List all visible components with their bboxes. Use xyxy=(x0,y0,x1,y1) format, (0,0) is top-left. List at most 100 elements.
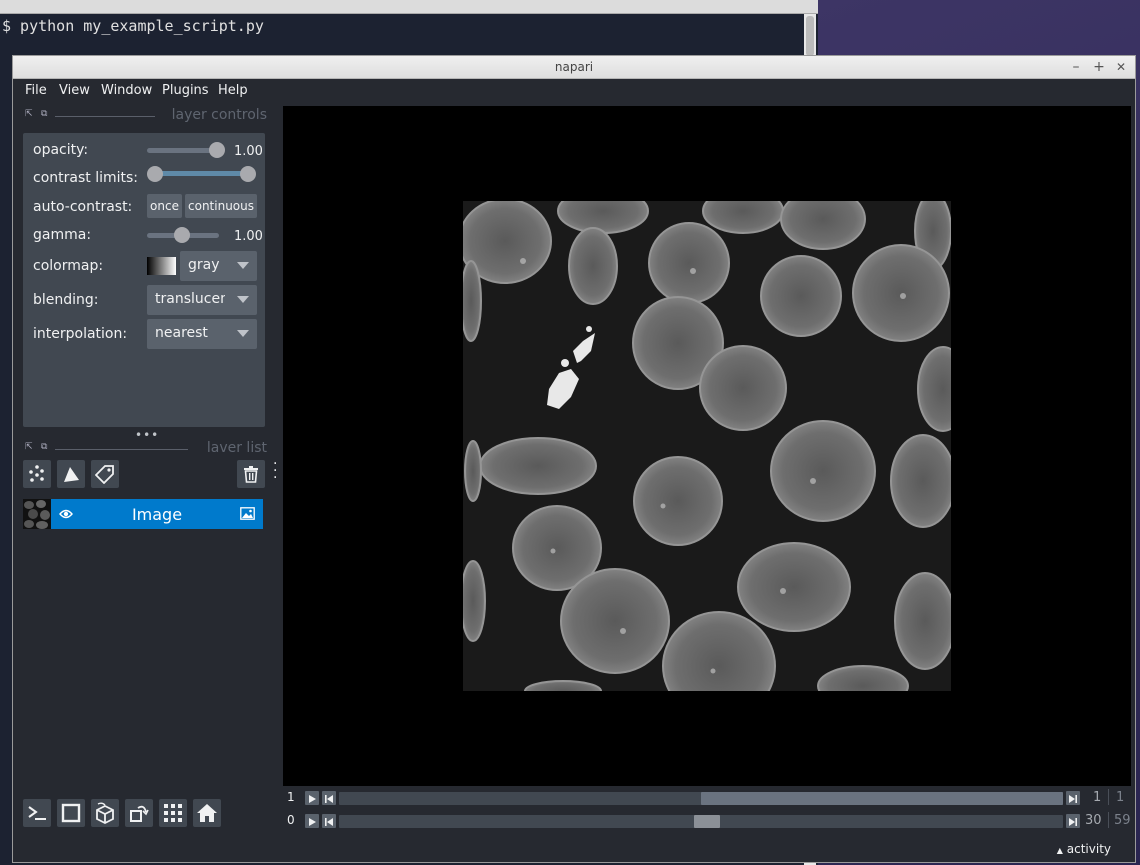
blending-value: translucent xyxy=(155,291,225,307)
layer-list-header: ⇱ ⧉ laver list xyxy=(23,440,273,456)
transpose-icon xyxy=(130,805,149,822)
menu-plugins[interactable]: Plugins xyxy=(162,83,209,98)
opacity-slider-handle[interactable] xyxy=(209,142,225,158)
menu-plugins-label: Plugins xyxy=(162,83,209,98)
opacity-value[interactable]: 1.00 xyxy=(234,144,265,159)
float-panel-icon[interactable]: ⇱ xyxy=(25,442,33,452)
play-button[interactable] xyxy=(305,814,319,828)
close-button[interactable]: ✕ xyxy=(1112,58,1130,76)
colormap-preview xyxy=(147,257,176,275)
header-divider xyxy=(55,449,188,450)
maximize-button[interactable]: + xyxy=(1090,58,1108,76)
viewer-canvas[interactable] xyxy=(283,106,1131,786)
chevron-up-icon: ▲ xyxy=(1056,846,1063,855)
chevron-down-icon xyxy=(237,330,249,337)
menu-view-label: View xyxy=(59,83,90,98)
delete-layer-button[interactable] xyxy=(237,460,265,488)
menu-window-label: Window xyxy=(101,83,153,98)
console-button[interactable] xyxy=(23,799,51,827)
layer-list-item[interactable]: Image xyxy=(23,499,263,529)
window-titlebar[interactable]: napari – + ✕ xyxy=(13,56,1135,79)
contrast-max-handle[interactable] xyxy=(240,166,256,182)
new-labels-layer-button[interactable] xyxy=(91,460,119,488)
home-button[interactable] xyxy=(193,799,221,827)
close-panel-icon[interactable]: ⧉ xyxy=(41,442,47,452)
colormap-value: gray xyxy=(188,257,220,273)
colormap-label: colormap: xyxy=(33,258,104,274)
colormap-dropdown[interactable]: gray xyxy=(180,251,257,281)
layer-controls-title: layer controls xyxy=(171,107,267,123)
points-icon xyxy=(29,465,44,482)
terminal-titlebar xyxy=(0,0,818,14)
image-icon xyxy=(240,507,255,520)
layer-thumbnail-image xyxy=(23,499,51,529)
transpose-dims-button[interactable] xyxy=(125,799,153,827)
play-icon xyxy=(309,795,316,803)
play-button[interactable] xyxy=(305,791,319,805)
header-divider xyxy=(55,116,155,117)
new-points-layer-button[interactable] xyxy=(23,460,51,488)
menu-help-label: Help xyxy=(218,83,248,98)
skip-start-icon xyxy=(325,795,333,803)
activity-button[interactable]: ▲ activity xyxy=(1057,842,1111,856)
menubar: File View Window Plugins Help xyxy=(13,79,1135,103)
skip-start-icon xyxy=(325,818,333,826)
minimize-button[interactable]: – xyxy=(1067,58,1085,76)
tag-icon xyxy=(95,465,114,484)
ndisplay-button[interactable] xyxy=(57,799,85,827)
menu-window[interactable]: Window xyxy=(101,83,152,98)
layer-item-selected[interactable]: Image xyxy=(51,499,263,529)
window-title: napari xyxy=(554,60,594,74)
contrast-min-handle[interactable] xyxy=(147,166,163,182)
auto-contrast-once-button[interactable]: once xyxy=(147,194,182,218)
gamma-value[interactable]: 1.00 xyxy=(234,229,265,244)
menu-help[interactable]: Help xyxy=(218,83,248,98)
gamma-slider-handle[interactable] xyxy=(174,227,190,243)
dims-current-value[interactable]: 1 xyxy=(1093,790,1101,805)
gamma-label: gamma: xyxy=(33,227,92,243)
play-icon xyxy=(309,818,316,826)
shapes-icon xyxy=(64,467,79,482)
interpolation-dropdown[interactable]: nearest xyxy=(147,319,257,349)
opacity-label: opacity: xyxy=(33,142,89,158)
more-options-icon[interactable]: · · · xyxy=(273,457,277,485)
layer-controls-panel: opacity: 1.00 contrast limits: auto-cont… xyxy=(23,133,265,427)
new-shapes-layer-button[interactable] xyxy=(57,460,85,488)
panel-splitter-handle[interactable]: ••• xyxy=(135,428,159,442)
contrast-limits-slider[interactable] xyxy=(154,171,248,176)
grid-view-button[interactable] xyxy=(159,799,187,827)
dims-current-value[interactable]: 30 xyxy=(1085,813,1102,828)
terminal-icon xyxy=(28,806,46,820)
menu-file[interactable]: File xyxy=(25,83,47,98)
layer-name[interactable]: Image xyxy=(51,505,263,524)
blending-label: blending: xyxy=(33,292,99,308)
auto-contrast-continuous-button[interactable]: continuous xyxy=(185,194,257,218)
square-icon xyxy=(61,803,81,823)
last-frame-button[interactable] xyxy=(1066,791,1080,805)
nuclei-image xyxy=(463,201,951,691)
first-frame-button[interactable] xyxy=(322,791,336,805)
cube-icon xyxy=(96,802,114,824)
dims-slider-track[interactable] xyxy=(339,815,1063,828)
layer-list-title: laver list xyxy=(206,440,267,456)
grid-icon xyxy=(164,804,182,822)
interpolation-label: interpolation: xyxy=(33,326,128,342)
dims-slider-thumb[interactable] xyxy=(693,815,720,828)
dims-slider-axis-0: 0 30 59 xyxy=(283,812,1131,830)
contrast-limits-label: contrast limits: xyxy=(33,170,138,186)
dims-slider-thumb[interactable] xyxy=(701,792,1063,805)
terminal-scrollbar-thumb[interactable] xyxy=(806,16,814,56)
dims-value-separator xyxy=(1108,789,1109,805)
terminal-command-line: $ python my_example_script.py xyxy=(2,17,264,35)
last-frame-button[interactable] xyxy=(1066,814,1080,828)
first-frame-button[interactable] xyxy=(322,814,336,828)
close-panel-icon[interactable]: ⧉ xyxy=(41,109,47,119)
chevron-down-icon xyxy=(237,262,249,269)
menu-view[interactable]: View xyxy=(59,83,90,98)
roll-dims-button[interactable] xyxy=(91,799,119,827)
blending-dropdown[interactable]: translucent xyxy=(147,285,257,315)
float-panel-icon[interactable]: ⇱ xyxy=(25,109,33,119)
dims-slider-track[interactable] xyxy=(339,792,1063,805)
dims-axis-index: 0 xyxy=(287,813,295,827)
napari-window: napari – + ✕ File View Window Plugins He… xyxy=(12,55,1136,863)
